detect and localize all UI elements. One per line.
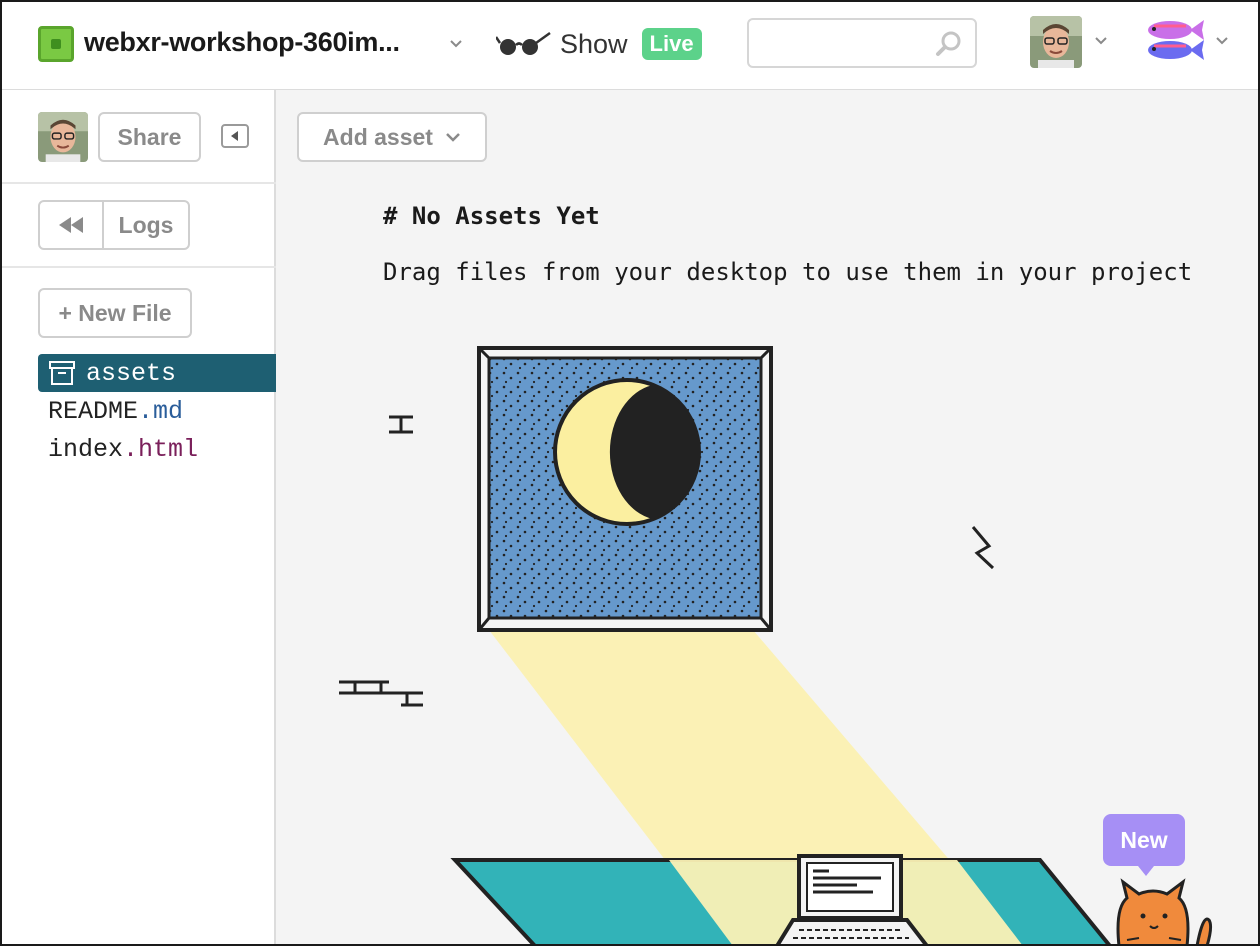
logs-button[interactable]: Logs bbox=[104, 212, 188, 239]
file-extension: .md bbox=[138, 396, 184, 426]
sunglasses-icon bbox=[496, 31, 551, 55]
search-icon[interactable] bbox=[935, 30, 963, 58]
file-extension: .html bbox=[123, 434, 199, 464]
user-menu-chevron-down-icon[interactable] bbox=[1095, 35, 1107, 47]
user-photo-icon bbox=[1030, 16, 1082, 68]
collapse-sidebar-icon[interactable] bbox=[221, 124, 249, 148]
search-field[interactable] bbox=[747, 18, 977, 68]
rewind-icon bbox=[59, 217, 83, 233]
show-button[interactable]: Show Live bbox=[496, 24, 702, 64]
file-item-assets[interactable]: assets bbox=[38, 354, 276, 392]
file-item-readme[interactable]: README .md bbox=[38, 392, 276, 430]
laptop-keyboard bbox=[774, 918, 930, 946]
rewind-button[interactable] bbox=[40, 202, 104, 248]
sidebar-divider bbox=[0, 182, 276, 184]
collaborator-avatar[interactable] bbox=[38, 112, 88, 162]
show-label: Show bbox=[560, 28, 628, 59]
project-menu-chevron-down-icon[interactable] bbox=[450, 38, 462, 50]
top-bar: webxr-workshop-360im... Show Live bbox=[0, 0, 1260, 90]
share-button[interactable]: Share bbox=[98, 112, 201, 162]
file-name: README bbox=[48, 396, 139, 426]
sidebar-divider bbox=[0, 266, 276, 268]
team-menu-chevron-down-icon[interactable] bbox=[1216, 35, 1228, 47]
new-badge[interactable]: New bbox=[1103, 814, 1185, 876]
rewind-logs-group: Logs bbox=[38, 200, 190, 250]
search-input[interactable] bbox=[759, 20, 933, 66]
archive-box-icon bbox=[49, 361, 75, 385]
user-avatar[interactable] bbox=[1030, 16, 1082, 68]
sidebar: Share Logs + New File assets README .md i… bbox=[0, 90, 276, 946]
file-name: assets bbox=[86, 358, 177, 388]
live-badge: Live bbox=[641, 28, 702, 60]
project-avatar-icon[interactable] bbox=[38, 26, 74, 62]
cat-mascot-icon bbox=[1116, 878, 1213, 946]
assets-panel: Add asset # No Assets Yet Drag files fro… bbox=[277, 90, 1260, 946]
new-file-button[interactable]: + New File bbox=[38, 288, 192, 338]
collaborator-photo-icon bbox=[38, 112, 88, 162]
fish-logo-icon[interactable] bbox=[1140, 14, 1206, 68]
project-name[interactable]: webxr-workshop-360im... bbox=[84, 27, 400, 58]
file-item-index[interactable]: index .html bbox=[38, 430, 276, 468]
file-name: index bbox=[48, 434, 124, 464]
